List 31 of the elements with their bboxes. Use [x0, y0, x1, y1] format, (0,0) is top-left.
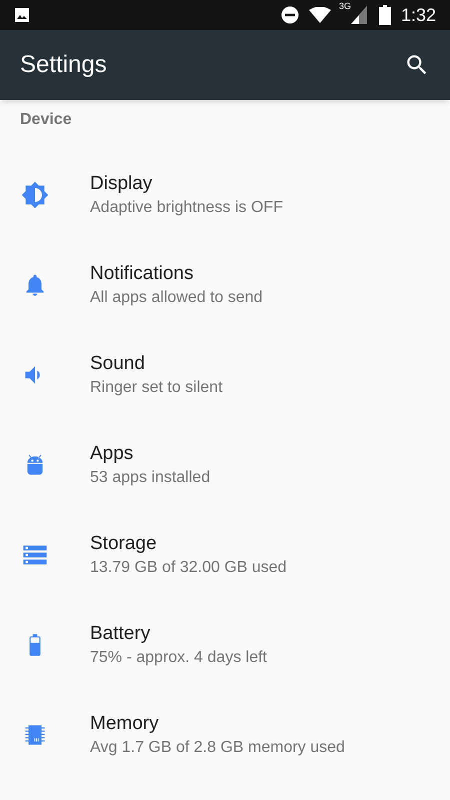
item-summary: Ringer set to silent: [90, 378, 223, 398]
item-summary: 53 apps installed: [90, 468, 210, 488]
do-not-disturb-icon: [280, 6, 299, 24]
battery-status-icon: [378, 5, 391, 25]
settings-item[interactable]: Sound Ringer set to silent: [0, 330, 450, 420]
item-summary: 13.79 GB of 32.00 GB used: [90, 558, 287, 578]
network-type: 3G: [338, 2, 351, 11]
section-header: Device: [20, 110, 72, 130]
settings-item[interactable]: Notifications All apps allowed to send: [0, 240, 450, 330]
settings-item[interactable]: Memory Avg 1.7 GB of 2.8 GB memory used: [0, 690, 450, 780]
item-title: Battery: [90, 622, 152, 646]
item-summary: All apps allowed to send: [90, 288, 263, 308]
wifi-icon: [308, 7, 331, 23]
screen-title: Settings: [20, 50, 108, 80]
settings-item[interactable]: Apps 53 apps installed: [0, 420, 450, 510]
brightness-icon: [21, 181, 49, 209]
settings-item[interactable]: Battery 75% - approx. 4 days left: [0, 600, 450, 690]
signal-icon: [350, 6, 367, 24]
image-icon: [14, 7, 30, 23]
settings-item[interactable]: Storage 13.79 GB of 32.00 GB used: [0, 510, 450, 600]
item-title: Storage: [90, 532, 158, 556]
item-summary: Avg 1.7 GB of 2.8 GB memory used: [90, 738, 345, 758]
item-title: Apps: [90, 442, 134, 466]
settings-item[interactable]: Display Adaptive brightness is OFF: [0, 150, 450, 240]
item-title: Memory: [90, 712, 160, 736]
item-summary: 75% - approx. 4 days left: [90, 648, 267, 668]
clock: 1:32: [400, 4, 436, 26]
item-title: Display: [90, 172, 154, 196]
item-title: Notifications: [90, 262, 194, 286]
item-title: Sound: [90, 352, 146, 376]
item-summary: Adaptive brightness is OFF: [90, 198, 283, 218]
